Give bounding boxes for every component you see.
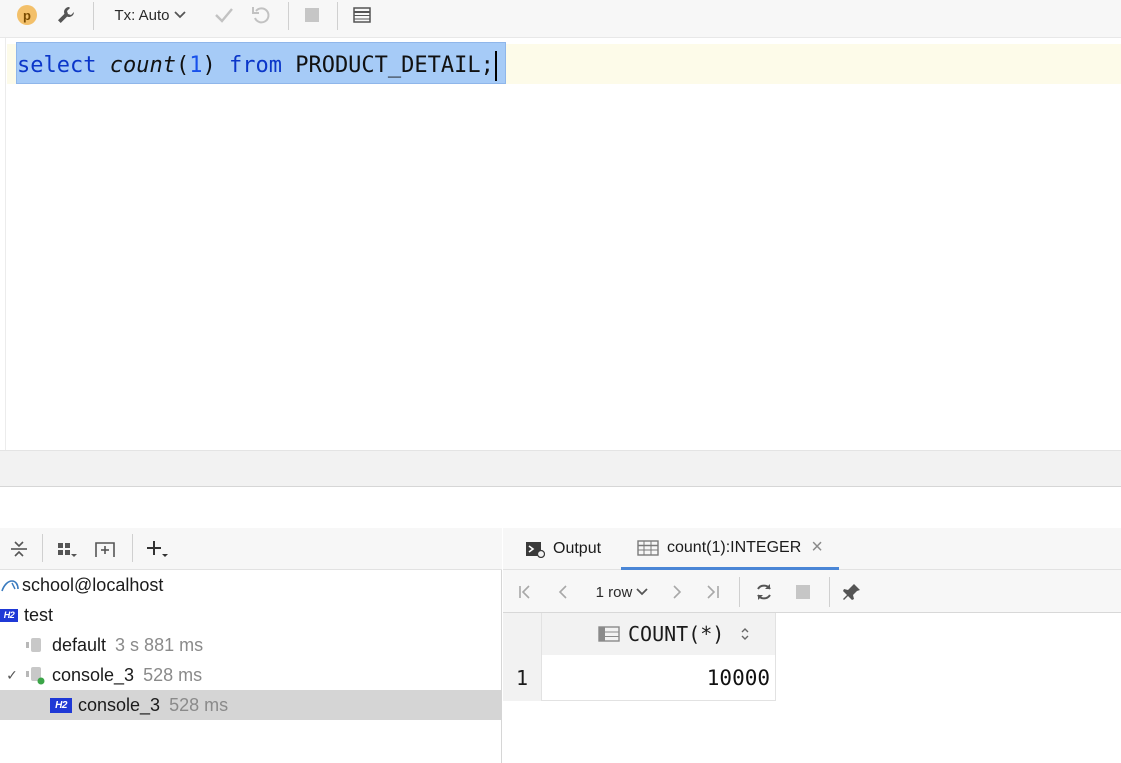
expand-check-icon[interactable]: ✓	[0, 667, 24, 684]
h2-badge: H2	[0, 608, 18, 622]
h2-icon: H2	[50, 697, 78, 713]
tree-item-school-localhost[interactable]: school@localhost	[0, 570, 502, 600]
tree-item-default[interactable]: default 3 s 881 ms	[0, 630, 502, 660]
tree-item-test[interactable]: H2 test	[0, 600, 502, 630]
sql-table-name: PRODUCT_DETAIL	[295, 53, 481, 78]
text-caret	[494, 51, 497, 81]
add-icon[interactable]	[142, 534, 172, 564]
table-icon[interactable]	[348, 0, 376, 30]
row-number-header	[503, 613, 541, 655]
toolbar-separator	[739, 577, 740, 607]
refresh-icon[interactable]	[751, 577, 777, 607]
sql-paren: (	[175, 53, 190, 78]
h2-badge: H2	[50, 697, 72, 713]
add-frame-icon[interactable]	[90, 534, 120, 564]
results-toolbar: 1 row	[503, 570, 1121, 613]
last-page-icon[interactable]	[701, 577, 725, 607]
tx-mode-dropdown[interactable]: Tx: Auto	[104, 0, 196, 30]
prev-page-icon[interactable]	[551, 577, 575, 607]
sql-number: 1	[189, 53, 203, 78]
chevron-down-icon	[636, 588, 648, 596]
tree-item-duration: 3 s 881 ms	[115, 634, 204, 655]
tree-item-console-3[interactable]: ✓ console_3 528 ms	[0, 660, 502, 690]
sql-paren: )	[202, 53, 216, 78]
check-icon[interactable]	[210, 0, 238, 30]
row-number[interactable]: 1	[503, 655, 541, 701]
profile-badge[interactable]: p	[16, 0, 38, 30]
pin-icon[interactable]	[839, 577, 865, 607]
row-count-label: 1 row	[595, 583, 633, 601]
tx-mode-label: Tx: Auto	[114, 6, 170, 24]
column-icon	[598, 625, 620, 643]
toolbar-separator	[288, 2, 289, 30]
tree-item-duration: 528 ms	[143, 664, 203, 685]
tree-item-label: console_3	[52, 664, 135, 685]
stop-icon[interactable]	[298, 0, 326, 30]
panel-splitter[interactable]	[0, 450, 1121, 487]
tree-item-label: default	[52, 634, 107, 655]
toolbar-separator	[42, 534, 43, 562]
table-cell[interactable]: 10000	[541, 655, 776, 701]
tab-label: Output	[553, 540, 602, 557]
sql-code-line[interactable]: select count(1) from PRODUCT_DETAIL;	[17, 48, 497, 84]
results-tabs: Output count(1):INTEGER ×	[503, 528, 1121, 570]
sql-keyword: select	[17, 53, 97, 78]
profile-badge-letter: p	[17, 5, 37, 25]
result-grid: COUNT(*) 1 10000	[503, 613, 1121, 763]
chevron-down-icon	[173, 8, 186, 22]
session-icon	[24, 636, 52, 654]
h2-icon: H2	[0, 608, 24, 622]
toolbar-separator	[337, 2, 338, 30]
toolbar-separator	[829, 577, 830, 607]
console-icon	[525, 540, 545, 558]
editor-gutter	[0, 38, 6, 450]
next-page-icon[interactable]	[665, 577, 689, 607]
wrench-icon[interactable]	[52, 0, 80, 30]
session-active-icon	[24, 665, 52, 685]
first-page-icon[interactable]	[513, 577, 537, 607]
sql-function: count	[109, 53, 176, 78]
tree-item-label: console_3	[78, 694, 161, 715]
tab-result-grid[interactable]: count(1):INTEGER ×	[621, 528, 839, 570]
editor-toolbar: p Tx: Auto	[0, 0, 1121, 38]
tree-item-label: test	[24, 604, 54, 625]
column-header-count[interactable]: COUNT(*)	[541, 613, 776, 655]
row-count-dropdown[interactable]: 1 row	[591, 577, 653, 607]
tree-item-console-3-child[interactable]: H2 console_3 528 ms	[0, 690, 502, 720]
sort-icon[interactable]	[740, 627, 750, 641]
tab-label: count(1):INTEGER	[667, 538, 802, 556]
tab-output[interactable]: Output	[525, 528, 601, 570]
sql-editor[interactable]: select count(1) from PRODUCT_DETAIL;	[0, 38, 1121, 450]
toolbar-separator	[132, 534, 133, 562]
tree-item-duration: 528 ms	[169, 694, 229, 715]
mysql-icon	[0, 575, 22, 595]
sql-terminator: ;	[480, 53, 494, 78]
toolbar-separator	[93, 2, 94, 30]
close-icon[interactable]: ×	[811, 536, 823, 559]
stop-icon[interactable]	[791, 577, 815, 607]
tree-item-label: school@localhost	[22, 574, 164, 595]
undo-icon[interactable]	[247, 0, 275, 30]
sql-keyword: from	[228, 53, 282, 78]
services-toolbar	[0, 528, 502, 570]
column-header-label: COUNT(*)	[628, 622, 725, 646]
group-icon[interactable]	[52, 534, 82, 564]
grid-icon	[637, 539, 659, 557]
collapse-icon[interactable]	[4, 534, 34, 564]
